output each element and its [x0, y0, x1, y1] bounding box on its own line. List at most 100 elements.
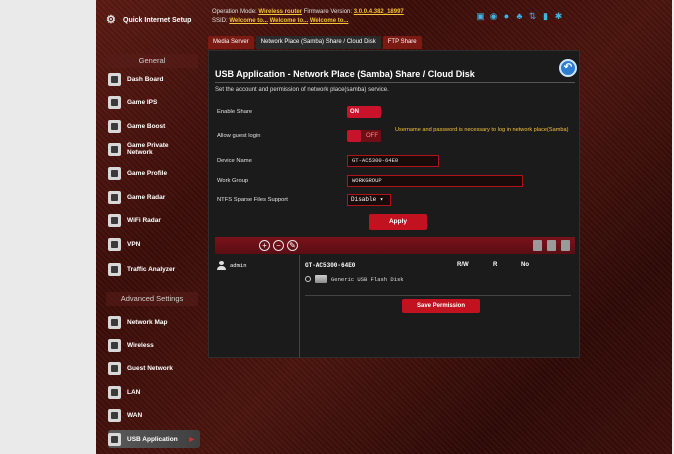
add-account-button[interactable]: +: [259, 240, 270, 251]
sidebar-item-label: USB Application: [127, 435, 178, 443]
ssid-link-2[interactable]: Welcome to...: [270, 18, 309, 24]
user-icon: [217, 261, 226, 270]
private-network-icon: [108, 142, 121, 156]
sidebar-item-label: Game Profile: [127, 169, 168, 177]
toggle-state-label: ON: [350, 109, 359, 115]
work-group-label: Work Group: [217, 178, 249, 184]
sidebar-item-label: Wireless: [127, 341, 154, 349]
usb-tabs: Media Server Network Place (Samba) Share…: [208, 36, 422, 49]
ntfs-sparse-select[interactable]: Disable ▾: [347, 194, 391, 206]
wireless-icon: [108, 338, 121, 352]
sidebar-item-usb-application[interactable]: USB Application ▶: [108, 430, 200, 448]
sidebar-item-traffic-analyzer[interactable]: Traffic Analyzer: [108, 260, 200, 278]
radar-icon: [108, 190, 121, 204]
sidebar-item-label: Game IPS: [127, 98, 158, 106]
sidebar-item-game-ips[interactable]: Game IPS: [108, 93, 200, 111]
page-title: USB Application - Network Place (Samba) …: [215, 69, 475, 79]
sidebar-item-label: Game Private Network: [127, 142, 169, 156]
vpn-icon: [108, 237, 121, 251]
edit-account-button[interactable]: ✎: [287, 240, 298, 251]
sidebar-item-label: Traffic Analyzer: [127, 265, 176, 273]
back-button[interactable]: ↶: [559, 59, 577, 77]
wifi-radar-icon: [108, 213, 121, 227]
col-read: R: [493, 262, 498, 268]
op-mode-link[interactable]: Wireless router: [258, 9, 302, 15]
disk-name[interactable]: Generic USB Flash Disk: [331, 276, 404, 283]
enable-share-toggle[interactable]: ON: [347, 106, 381, 118]
wifi-status-icon[interactable]: ◉: [489, 12, 498, 21]
table-divider: [305, 295, 571, 296]
op-mode-label: Operation Mode:: [212, 9, 257, 15]
sidebar-item-label: VPN: [127, 240, 141, 248]
ssid-link-1[interactable]: Welcome to...: [229, 18, 268, 24]
sidebar-item-label: WAN: [127, 411, 143, 419]
status-icons: ▣ ◉ ● ♣ ⇅ ▮ ✱: [476, 12, 563, 21]
apply-button[interactable]: Apply: [369, 214, 427, 230]
sidebar-item-game-profile[interactable]: Game Profile: [108, 164, 200, 182]
title-divider: [215, 82, 575, 83]
active-caret-icon: ▶: [189, 436, 194, 443]
traffic-icon: [108, 262, 121, 276]
page-description: Set the account and permission of networ…: [215, 87, 389, 93]
general-section-label: General: [106, 54, 198, 68]
usb-icon: [108, 432, 121, 446]
sync-status-icon[interactable]: ⇅: [528, 12, 537, 21]
rocket-icon: [108, 119, 121, 133]
share-device-name: GT-AC5300-64E0: [305, 262, 356, 269]
usb-status-icon[interactable]: ●: [502, 12, 511, 21]
delete-folder-icon[interactable]: [547, 240, 556, 251]
modify-folder-icon[interactable]: [561, 240, 570, 251]
internet-status-icon[interactable]: ▣: [476, 12, 485, 21]
sidebar-item-dash-board[interactable]: Dash Board: [108, 70, 200, 88]
account-item-admin[interactable]: admin: [217, 261, 247, 270]
ssid-link-3[interactable]: Welcome to...: [310, 18, 349, 24]
device-name-label: Device Name: [217, 158, 252, 164]
app-status-icon[interactable]: ♣: [515, 12, 524, 21]
sidebar-item-lan[interactable]: LAN: [108, 383, 200, 401]
tab-media-server[interactable]: Media Server: [208, 36, 254, 49]
sidebar-item-wan[interactable]: WAN: [108, 406, 200, 424]
disk-radio[interactable]: [305, 276, 311, 282]
sidebar-item-wifi-radar[interactable]: WiFi Radar: [108, 211, 200, 229]
sidebar-item-label: Guest Network: [127, 364, 173, 372]
account-name: admin: [230, 262, 247, 269]
settings-status-icon[interactable]: ✱: [554, 12, 563, 21]
guest-login-toggle[interactable]: OFF: [347, 130, 381, 142]
guest-icon: [108, 361, 121, 375]
add-folder-icon[interactable]: [533, 240, 542, 251]
profile-icon: [108, 166, 121, 180]
sidebar-item-game-private-network[interactable]: Game Private Network: [108, 140, 200, 158]
sidebar-item-label: Game Radar: [127, 193, 166, 201]
share-toolbar: + − ✎: [215, 237, 575, 254]
sidebar-item-label: Game Boost: [127, 122, 166, 130]
save-permission-button[interactable]: Save Permission: [402, 299, 480, 313]
disk-row: Generic USB Flash Disk: [305, 275, 404, 283]
sidebar-item-network-map[interactable]: Network Map: [108, 313, 200, 331]
device-name-input[interactable]: GT-AC5300-64E0: [347, 155, 439, 167]
status-header: Operation Mode: Wireless router Firmware…: [212, 8, 652, 34]
work-group-input[interactable]: WORKGROUP: [347, 175, 523, 187]
lan-icon: [108, 385, 121, 399]
col-no-access: No: [521, 262, 529, 268]
advanced-section-label: Advanced Settings: [106, 292, 198, 306]
fw-link[interactable]: 3.0.0.4.382_18997: [354, 9, 404, 15]
sidebar-item-game-boost[interactable]: Game Boost: [108, 117, 200, 135]
network-map-icon: [108, 315, 121, 329]
remove-account-button[interactable]: −: [273, 240, 284, 251]
dashboard-icon: [108, 72, 121, 86]
sidebar-item-vpn[interactable]: VPN: [108, 235, 200, 253]
usb-disk-icon: [315, 275, 327, 283]
guest-login-hint: Username and password is necessary to lo…: [395, 127, 569, 133]
samba-panel: USB Application - Network Place (Samba) …: [208, 50, 580, 358]
sidebar-item-guest-network[interactable]: Guest Network: [108, 359, 200, 377]
toggle-state-label: OFF: [366, 133, 378, 139]
tab-ftp-share[interactable]: FTP Share: [382, 36, 422, 49]
quick-setup-label: Quick Internet Setup: [123, 16, 192, 24]
tab-samba-share[interactable]: Network Place (Samba) Share / Cloud Disk: [255, 36, 381, 49]
sidebar-item-game-radar[interactable]: Game Radar: [108, 188, 200, 206]
quick-internet-setup[interactable]: ⚙ Quick Internet Setup: [106, 14, 191, 26]
quick-setup-icon: ⚙: [106, 14, 116, 26]
sidebar-item-wireless[interactable]: Wireless: [108, 336, 200, 354]
battery-status-icon[interactable]: ▮: [541, 12, 550, 21]
enable-share-label: Enable Share: [217, 109, 253, 115]
